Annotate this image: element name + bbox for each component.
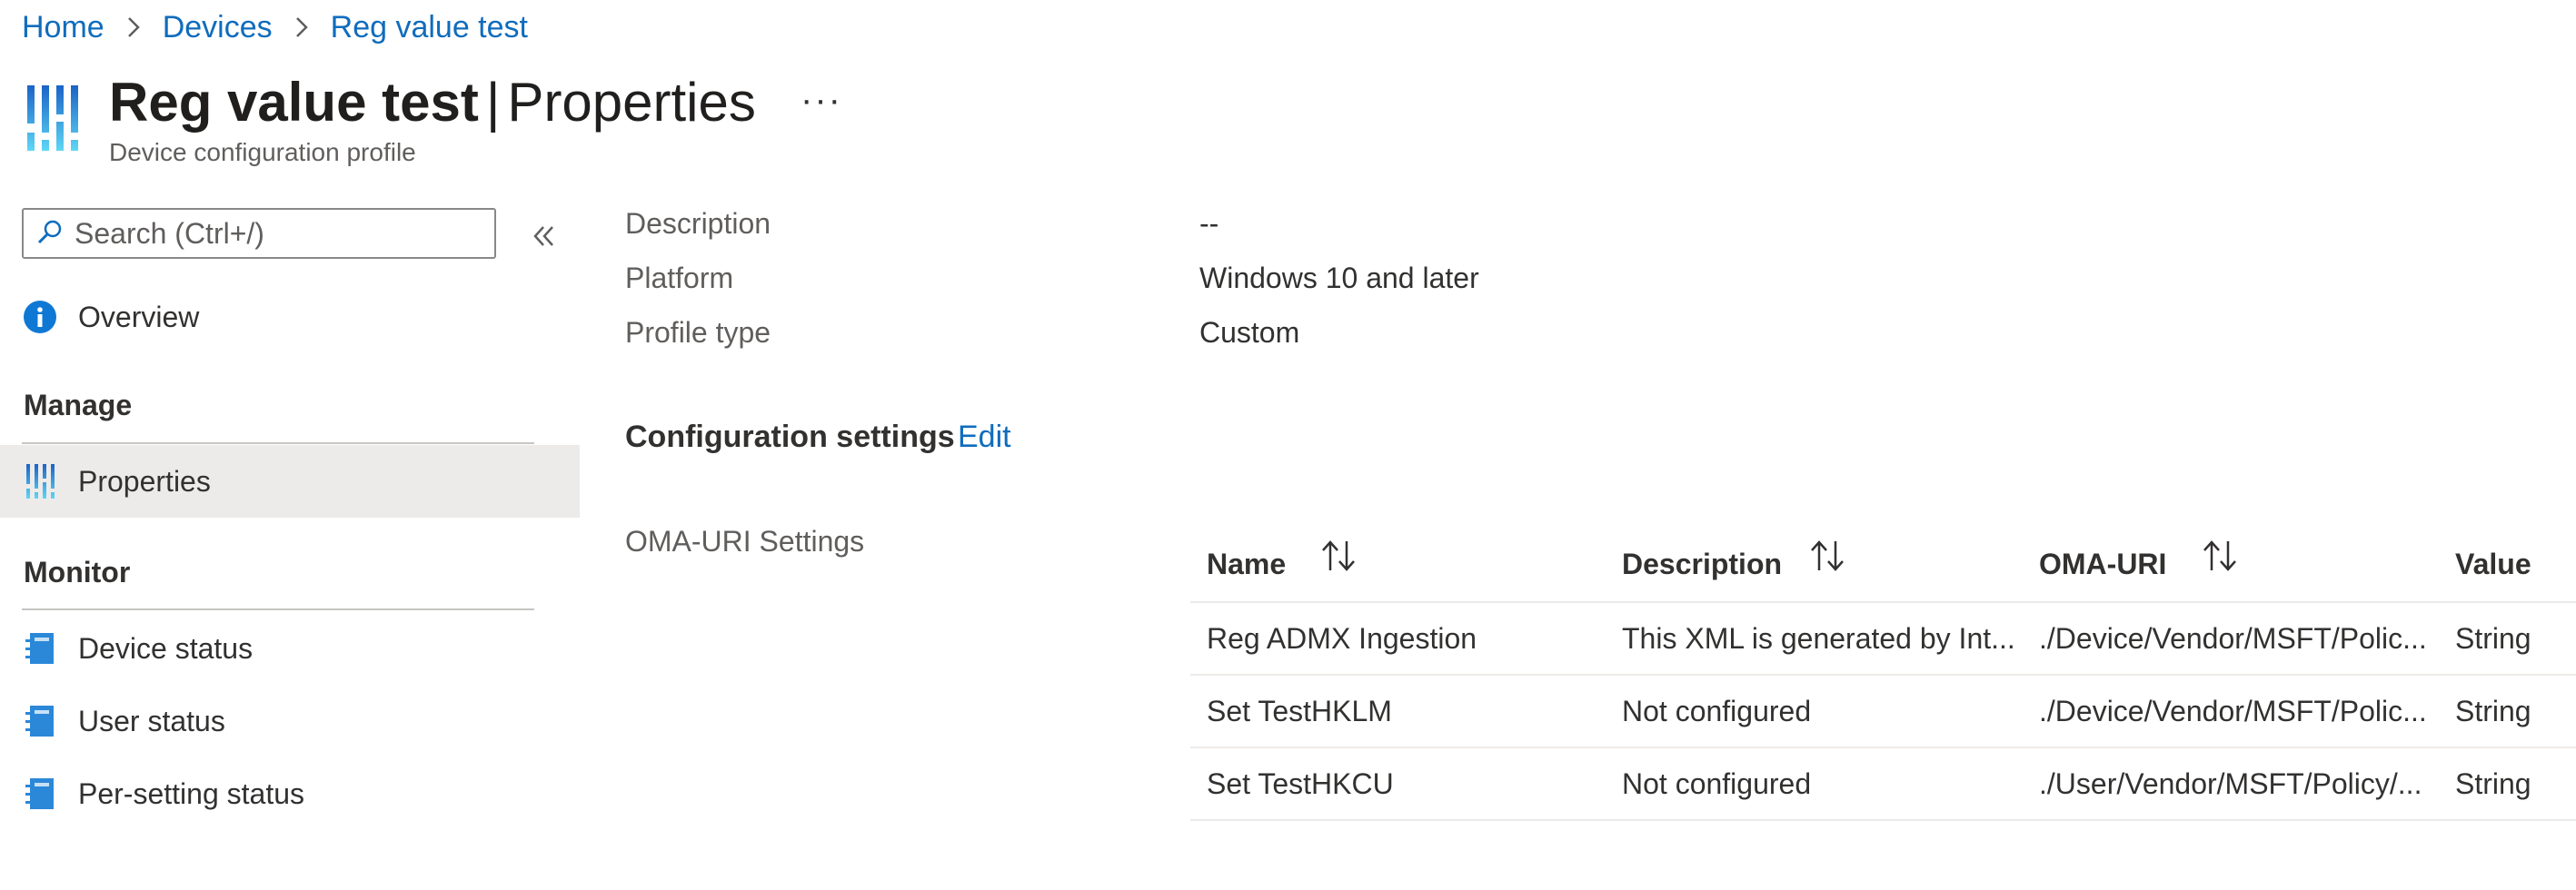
sort-icon[interactable]: [1319, 538, 1359, 574]
breadcrumb-devices[interactable]: Devices: [163, 10, 273, 45]
sidebar-item-label: Per-setting status: [78, 776, 304, 810]
breadcrumb: Home Devices Reg value test: [22, 7, 528, 47]
collapse-sidebar-button[interactable]: [522, 216, 565, 256]
cell-description: Not configured: [1622, 694, 1812, 727]
device-configuration-icon: [25, 84, 82, 153]
sidebar-item-properties[interactable]: Properties: [0, 445, 580, 518]
status-report-icon: [22, 776, 58, 812]
column-header-name[interactable]: Name: [1207, 527, 1286, 601]
edit-link[interactable]: Edit: [958, 420, 1011, 455]
cell-description: Not configured: [1622, 766, 1812, 800]
page-subtitle: Device configuration profile: [109, 138, 416, 166]
cell-oma-uri: ./User/Vendor/MSFT/Policy/...: [2039, 766, 2422, 800]
chevron-right-icon: [283, 9, 320, 45]
chevron-right-icon: [115, 9, 152, 45]
property-label-profile-type: Profile type: [625, 316, 771, 349]
cell-value: String: [2455, 694, 2531, 727]
property-value-platform: Windows 10 and later: [1199, 262, 1479, 294]
sidebar-item-label: User status: [78, 704, 225, 737]
oma-uri-table: Name Description OMA-URI Value Reg ADMX …: [1190, 527, 2576, 821]
oma-uri-settings-label: OMA-URI Settings: [625, 525, 865, 558]
sidebar-item-overview[interactable]: Overview: [0, 282, 580, 352]
search-input[interactable]: [73, 215, 476, 252]
status-report-icon: [22, 703, 58, 739]
column-header-value[interactable]: Value: [2455, 527, 2531, 601]
sidebar-item-device-status[interactable]: Device status: [0, 613, 580, 684]
cell-oma-uri: ./Device/Vendor/MSFT/Polic...: [2039, 621, 2427, 655]
sidebar-item-label: Properties: [78, 464, 211, 498]
sidebar-item-user-status[interactable]: User status: [0, 686, 580, 756]
sidebar-item-label: Overview: [78, 300, 200, 333]
double-chevron-left-icon: [533, 226, 553, 246]
sort-icon[interactable]: [1808, 538, 1848, 574]
sidebar-item-per-setting-status[interactable]: Per-setting status: [0, 758, 580, 829]
info-icon: [22, 299, 58, 335]
table-row[interactable]: Set TestHKLM Not configured ./Device/Ven…: [1190, 674, 2576, 747]
configuration-settings-title: Configuration settings: [625, 420, 955, 454]
search-box[interactable]: [22, 208, 496, 259]
status-report-icon: [22, 630, 58, 667]
divider: [22, 608, 534, 610]
table-header: Name Description OMA-URI Value: [1190, 527, 2576, 601]
cell-name: Set TestHKLM: [1207, 694, 1392, 727]
section-header-manage: Manage: [24, 389, 133, 421]
property-value-description: --: [1199, 207, 1219, 240]
search-icon: [36, 218, 64, 250]
more-options-button[interactable]: ···: [796, 74, 847, 125]
column-header-oma-uri[interactable]: OMA-URI: [2039, 527, 2166, 601]
divider: [22, 442, 534, 444]
cell-name: Set TestHKCU: [1207, 766, 1394, 800]
page-title: Reg value test | Properties: [109, 67, 756, 138]
cell-value: String: [2455, 766, 2531, 800]
breadcrumb-home[interactable]: Home: [22, 10, 104, 45]
properties-icon: [22, 463, 58, 499]
property-label-platform: Platform: [625, 262, 734, 294]
title-separator: |: [485, 72, 501, 133]
table-row[interactable]: Set TestHKCU Not configured ./User/Vendo…: [1190, 747, 2576, 821]
property-value-profile-type: Custom: [1199, 316, 1300, 349]
column-header-description[interactable]: Description: [1622, 527, 1782, 601]
sort-icon[interactable]: [2201, 538, 2241, 574]
table-row[interactable]: Reg ADMX Ingestion This XML is generated…: [1190, 601, 2576, 674]
property-label-description: Description: [625, 207, 771, 240]
cell-value: String: [2455, 621, 2531, 655]
sidebar-item-label: Device status: [78, 631, 254, 665]
cell-description: This XML is generated by Int...: [1622, 621, 2015, 655]
breadcrumb-profile[interactable]: Reg value test: [331, 10, 528, 45]
cell-name: Reg ADMX Ingestion: [1207, 621, 1477, 655]
page-title-main: Reg value test: [109, 72, 479, 133]
section-header-monitor: Monitor: [24, 556, 131, 588]
cell-oma-uri: ./Device/Vendor/MSFT/Polic...: [2039, 694, 2427, 727]
page-title-section: Properties: [507, 72, 756, 133]
